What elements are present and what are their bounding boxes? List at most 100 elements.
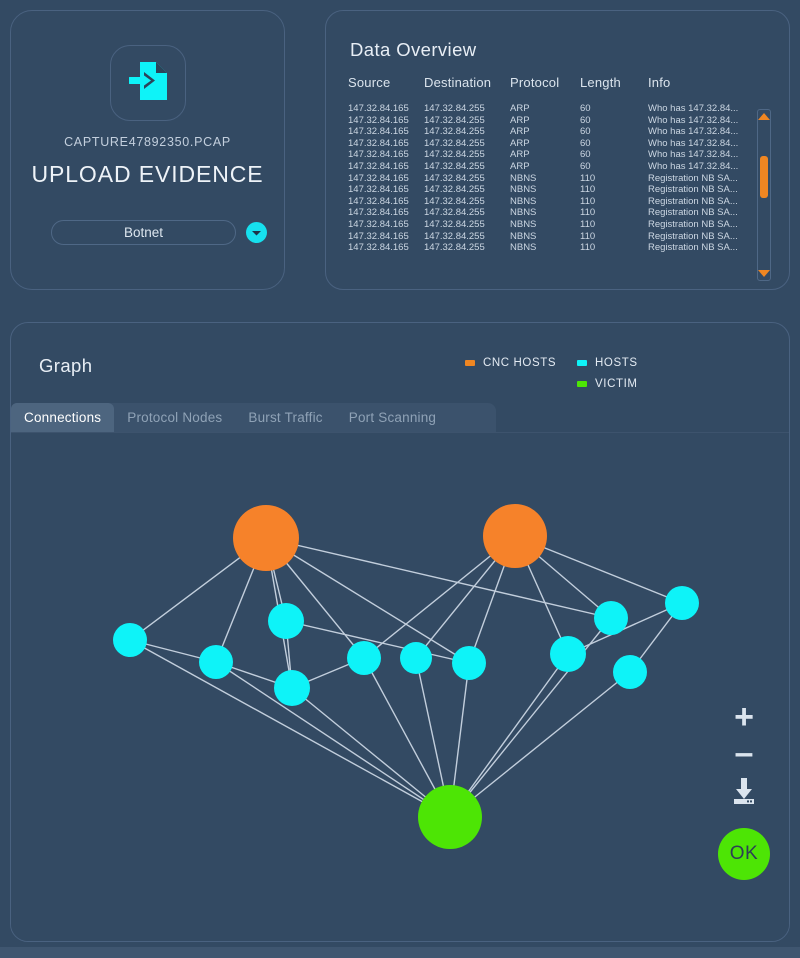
table-row[interactable]: 147.32.84.165 147.32.84.255 NBNS 110 Registr… — [348, 232, 773, 244]
legend-swatch-hosts — [577, 360, 587, 366]
graph-controls: + – OK — [718, 700, 770, 880]
graph-node-h1[interactable] — [113, 623, 147, 657]
cell-protocol: ARP — [510, 127, 530, 138]
table-row[interactable]: 147.32.84.165 147.32.84.255 ARP 60 Who has 1… — [348, 104, 773, 116]
tab-connections-label: Connections — [24, 410, 102, 425]
column-header-destination[interactable]: Destination — [424, 75, 510, 104]
packet-table: Source Destination Protocol Length Info … — [348, 75, 773, 255]
legend-label-victim: VICTIM — [595, 378, 638, 390]
legend-swatch-cnc-hosts — [465, 360, 475, 366]
cell-info: Who has 147.32.84... — [648, 138, 739, 149]
legend-item-victim[interactable]: VICTIM — [577, 378, 638, 390]
graph-node-h9[interactable] — [594, 601, 628, 635]
cell-destination: 147.32.84.255 — [424, 150, 485, 161]
table-row[interactable]: 147.32.84.165 147.32.84.255 NBNS 110 Registr… — [348, 197, 773, 209]
cell-destination: 147.32.84.255 — [424, 104, 485, 114]
upload-dropzone[interactable] — [109, 45, 186, 121]
graph-edge — [215, 661, 451, 818]
cell-destination: 147.32.84.255 — [424, 243, 485, 254]
graph-node-h8[interactable] — [550, 636, 586, 672]
scrollbar-thumb[interactable] — [760, 156, 768, 198]
packet-table-wrapper: Source Destination Protocol Length Info … — [348, 75, 777, 255]
column-header-info[interactable]: Info — [648, 75, 773, 104]
graph-node-h10[interactable] — [613, 655, 647, 689]
table-row[interactable]: 147.32.84.165 147.32.84.255 ARP 60 Who has 1… — [348, 162, 773, 174]
tab-port-scanning[interactable]: Port Scanning — [336, 403, 449, 432]
table-row[interactable]: 147.32.84.165 147.32.84.255 NBNS 110 Registr… — [348, 185, 773, 197]
tab-burst-traffic-label: Burst Traffic — [248, 410, 323, 425]
legend-item-cnc-hosts[interactable]: CNC HOSTS — [465, 357, 556, 369]
graph-node-h2[interactable] — [199, 645, 233, 679]
graph-node-cnc1[interactable] — [233, 505, 299, 571]
zoom-in-button[interactable]: + — [734, 700, 754, 734]
table-scrollbar[interactable] — [757, 109, 771, 281]
table-row[interactable]: 147.32.84.165 147.32.84.255 NBNS 110 Registr… — [348, 243, 773, 255]
cell-source: 147.32.84.165 — [348, 161, 409, 172]
table-row[interactable]: 147.32.84.165 147.32.84.255 ARP 60 Who has 1… — [348, 127, 773, 139]
cell-source: 147.32.84.165 — [348, 196, 409, 207]
analysis-type-select[interactable]: Botnet — [51, 220, 236, 245]
tab-protocol-nodes[interactable]: Protocol Nodes — [114, 403, 235, 432]
cell-info: Who has 147.32.84... — [648, 161, 739, 172]
table-row[interactable]: 147.32.84.165 147.32.84.255 ARP 60 Who has 1… — [348, 116, 773, 128]
cell-source: 147.32.84.165 — [348, 115, 409, 126]
triangle-down-icon[interactable] — [758, 270, 770, 277]
column-header-length[interactable]: Length — [580, 75, 648, 104]
table-row[interactable]: 147.32.84.165 147.32.84.255 NBNS 110 Registr… — [348, 208, 773, 220]
graph-node-h6[interactable] — [400, 642, 432, 674]
graph-nodes — [113, 504, 699, 849]
table-row[interactable]: 147.32.84.165 147.32.84.255 NBNS 110 Registr… — [348, 220, 773, 232]
cell-length: 110 — [580, 173, 596, 184]
column-header-protocol[interactable]: Protocol — [510, 75, 580, 104]
cell-protocol: NBNS — [510, 219, 537, 230]
ok-button-label: OK — [729, 843, 759, 864]
graph-node-h5[interactable] — [347, 641, 381, 675]
cell-destination: 147.32.84.255 — [424, 231, 485, 242]
graph-node-victim[interactable] — [418, 785, 482, 849]
cell-length: 110 — [580, 231, 596, 242]
cell-destination: 147.32.84.255 — [424, 219, 485, 230]
network-graph-canvas[interactable] — [11, 433, 789, 941]
legend-label-hosts: HOSTS — [595, 357, 638, 369]
cell-destination: 147.32.84.255 — [424, 196, 485, 207]
legend-item-hosts[interactable]: HOSTS — [577, 357, 638, 369]
column-header-source[interactable]: Source — [348, 75, 424, 104]
cell-length: 60 — [580, 150, 591, 161]
triangle-up-icon[interactable] — [758, 113, 770, 120]
cell-info: Registration NB SA... — [648, 231, 738, 242]
cell-destination: 147.32.84.255 — [424, 185, 485, 196]
graph-node-h3[interactable] — [268, 603, 304, 639]
cell-protocol: ARP — [510, 104, 530, 114]
graph-node-cnc2[interactable] — [483, 504, 547, 568]
bottom-strip — [0, 947, 800, 958]
table-row[interactable]: 147.32.84.165 147.32.84.255 NBNS 110 Registr… — [348, 174, 773, 186]
table-row[interactable]: 147.32.84.165 147.32.84.255 ARP 60 Who has 1… — [348, 150, 773, 162]
cell-source: 147.32.84.165 — [348, 219, 409, 230]
cell-length: 60 — [580, 104, 591, 114]
data-overview-panel: Data Overview Source Destination Protoco… — [325, 10, 790, 290]
cell-protocol: ARP — [510, 150, 530, 161]
cell-protocol: NBNS — [510, 196, 537, 207]
cell-source: 147.32.84.165 — [348, 173, 409, 184]
cell-protocol: NBNS — [510, 173, 537, 184]
cell-destination: 147.32.84.255 — [424, 208, 485, 219]
cell-length: 110 — [580, 185, 596, 196]
ok-button[interactable]: OK — [718, 828, 770, 880]
table-row[interactable]: 147.32.84.165 147.32.84.255 ARP 60 Who has 1… — [348, 139, 773, 151]
app-root: CAPTURE47892350.PCAP UPLOAD EVIDENCE Bot… — [0, 0, 800, 958]
chevron-down-icon[interactable] — [246, 222, 267, 243]
graph-node-h7[interactable] — [452, 646, 486, 680]
cell-info: Registration NB SA... — [648, 208, 738, 219]
tab-connections[interactable]: Connections — [11, 403, 115, 432]
cell-destination: 147.32.84.255 — [424, 173, 485, 184]
zoom-out-button[interactable]: – — [735, 736, 754, 770]
tab-burst-traffic[interactable]: Burst Traffic — [235, 403, 335, 432]
cell-info: Registration NB SA... — [648, 243, 738, 254]
graph-node-h4[interactable] — [274, 670, 310, 706]
graph-node-h11[interactable] — [665, 586, 699, 620]
analysis-type-select-row: Botnet — [51, 220, 267, 245]
cell-info: Who has 147.32.84... — [648, 150, 739, 161]
uploaded-filename: CAPTURE47892350.PCAP — [64, 135, 231, 149]
download-icon[interactable] — [728, 777, 760, 812]
upload-evidence-panel: CAPTURE47892350.PCAP UPLOAD EVIDENCE Bot… — [10, 10, 285, 290]
